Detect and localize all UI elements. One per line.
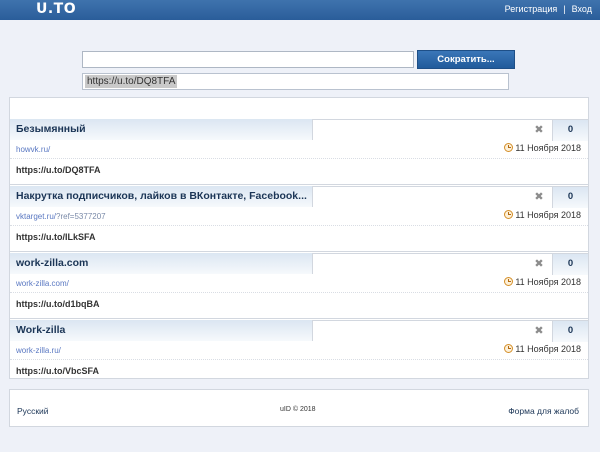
card-divider	[10, 225, 588, 226]
shorten-button[interactable]: Сократить...	[417, 50, 515, 69]
link-card: work-zilla.com ✖ 0 work-zilla.com/ 11 Но…	[10, 253, 588, 319]
link-card: Безымянный ✖ 0 howvk.ru/ 11 Ноября 2018 …	[10, 119, 588, 185]
top-header: U.TO Регистрация | Вход	[0, 0, 600, 20]
link-title[interactable]: Безымянный	[16, 123, 86, 135]
clock-icon	[504, 210, 514, 219]
close-icon[interactable]: ✖	[534, 259, 544, 270]
short-url[interactable]: https://u.to/ILkSFA	[16, 232, 96, 242]
card-title-bar: work-zilla.com	[10, 253, 312, 274]
source-domain[interactable]: work-zilla.ru/	[16, 346, 61, 355]
card-divider	[10, 158, 588, 159]
page-footer: Русский uID © 2018 Форма для жалоб	[9, 389, 589, 427]
click-count-value: 0	[567, 325, 574, 336]
clock-icon	[504, 143, 514, 152]
short-url[interactable]: https://u.to/DQ8TFA	[16, 165, 101, 175]
url-input[interactable]	[82, 51, 414, 68]
link-date: 11 Ноября 2018	[504, 210, 581, 220]
card-title-bar: Work-zilla	[10, 320, 312, 341]
login-link[interactable]: Вход	[572, 4, 592, 14]
source-query: ?ref=5377207	[56, 212, 106, 221]
complaint-form-link[interactable]: Форма для жалоб	[508, 406, 579, 416]
source-url: work-zilla.ru/	[16, 346, 61, 355]
source-url: vktarget.ru/?ref=5377207	[16, 212, 106, 221]
card-title-bar: Безымянный	[10, 119, 312, 140]
card-divider	[10, 292, 588, 293]
card-divider	[10, 359, 588, 360]
link-title[interactable]: Work-zilla	[16, 324, 65, 336]
card-controls: ✖ 0	[312, 119, 588, 141]
close-icon[interactable]: ✖	[534, 326, 544, 337]
link-date-text: 11 Ноября 2018	[515, 210, 581, 220]
card-controls: ✖ 0	[312, 253, 588, 275]
click-count: 0	[552, 120, 588, 141]
link-date-text: 11 Ноября 2018	[515, 344, 581, 354]
link-title[interactable]: work-zilla.com	[16, 257, 88, 269]
links-panel: Безымянный ✖ 0 howvk.ru/ 11 Ноября 2018 …	[9, 97, 589, 379]
short-url-result-text: https://u.to/DQ8TFA	[85, 75, 178, 88]
click-count: 0	[552, 254, 588, 275]
link-date: 11 Ноября 2018	[504, 277, 581, 287]
link-card: Накрутка подписчиков, лайков в ВКонтакте…	[10, 186, 588, 252]
clock-icon	[504, 344, 514, 353]
link-date: 11 Ноября 2018	[504, 143, 581, 153]
language-selector[interactable]: Русский	[17, 406, 49, 416]
click-count: 0	[552, 321, 588, 342]
close-icon[interactable]: ✖	[534, 192, 544, 203]
source-url: work-zilla.com/	[16, 279, 69, 288]
click-count-value: 0	[567, 191, 574, 202]
copyright-text: uID © 2018	[280, 406, 316, 413]
clock-icon	[504, 277, 514, 286]
link-title[interactable]: Накрутка подписчиков, лайков в ВКонтакте…	[16, 190, 307, 202]
register-link[interactable]: Регистрация	[505, 4, 558, 14]
click-count: 0	[552, 187, 588, 208]
click-count-value: 0	[567, 258, 574, 269]
click-count-value: 0	[567, 124, 574, 135]
source-domain[interactable]: howvk.ru/	[16, 145, 50, 154]
source-domain[interactable]: vktarget.ru/	[16, 212, 56, 221]
auth-separator: |	[563, 4, 566, 14]
card-controls: ✖ 0	[312, 320, 588, 342]
link-card: Work-zilla ✖ 0 work-zilla.ru/ 11 Ноября …	[10, 320, 588, 386]
card-title-bar: Накрутка подписчиков, лайков в ВКонтакте…	[10, 186, 312, 207]
short-url[interactable]: https://u.to/VbcSFA	[16, 366, 99, 376]
short-url-result-field[interactable]: https://u.to/DQ8TFA	[82, 73, 509, 90]
link-date: 11 Ноября 2018	[504, 344, 581, 354]
source-url: howvk.ru/	[16, 145, 50, 154]
link-date-text: 11 Ноября 2018	[515, 143, 581, 153]
auth-links: Регистрация | Вход	[505, 4, 592, 14]
source-domain[interactable]: work-zilla.com/	[16, 279, 69, 288]
close-icon[interactable]: ✖	[534, 125, 544, 136]
short-url[interactable]: https://u.to/d1bqBA	[16, 299, 99, 309]
card-controls: ✖ 0	[312, 186, 588, 208]
site-logo[interactable]: U.TO	[36, 1, 76, 17]
link-date-text: 11 Ноября 2018	[515, 277, 581, 287]
